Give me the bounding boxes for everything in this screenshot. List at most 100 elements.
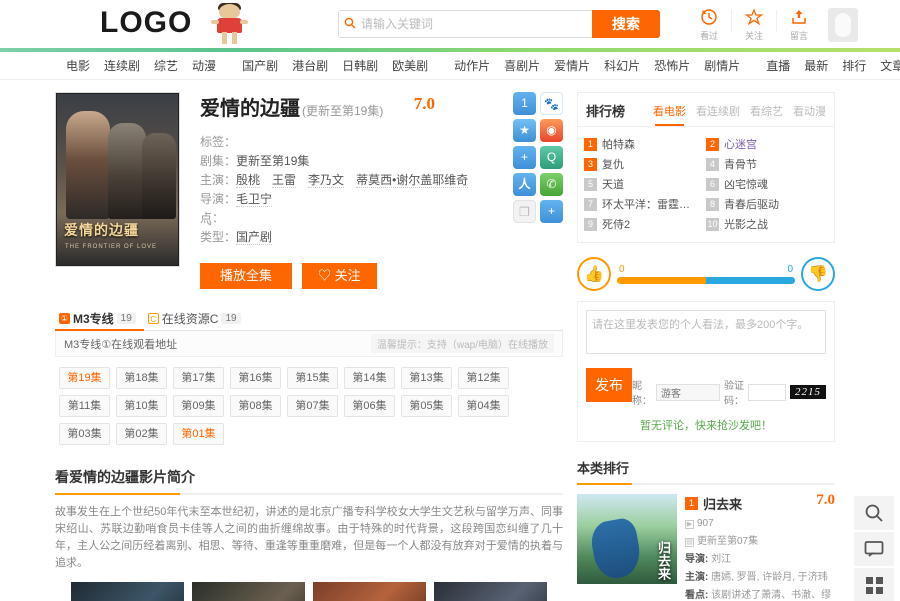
rank-title[interactable]: 帕特森 (602, 136, 635, 152)
episode-button[interactable]: 第02集 (116, 423, 167, 445)
thumbs-up-icon[interactable]: 👍 (577, 257, 611, 291)
episode-button[interactable]: 第09集 (173, 395, 224, 417)
play-all-button[interactable]: 播放全集 (200, 263, 293, 289)
episode-button[interactable]: 第12集 (458, 367, 509, 389)
nav-item-cn-drama[interactable]: 国产剧 (242, 57, 278, 74)
episode-button[interactable]: 第05集 (401, 395, 452, 417)
rank-tab-movies[interactable]: 看电影 (653, 103, 686, 126)
wechat-icon[interactable]: ✆ (540, 173, 563, 196)
episode-button[interactable]: 第06集 (344, 395, 395, 417)
episode-button[interactable]: 第15集 (287, 367, 338, 389)
gallery-item[interactable]: 边疆 (192, 582, 305, 601)
nav-item-variety[interactable]: 综艺 (154, 57, 178, 74)
nav-item-jk-drama[interactable]: 日韩剧 (342, 57, 378, 74)
gallery-item[interactable]: 幸福照相馆 (313, 582, 426, 601)
genre-link[interactable]: 国产剧 (236, 230, 273, 245)
cast-link[interactable]: 李乃文 (308, 173, 345, 188)
thumbs-down-icon[interactable]: 👎 (801, 257, 835, 291)
rank-item[interactable]: 1 帕特森 (584, 134, 706, 154)
renren-icon[interactable]: 人 (513, 173, 536, 196)
nav-item-horror[interactable]: 恐怖片 (654, 57, 690, 74)
episode-button[interactable]: 第14集 (344, 367, 395, 389)
header-tool-upload[interactable]: 留言 (780, 8, 818, 42)
float-grid-button[interactable] (854, 568, 894, 601)
header-tool-favorites[interactable]: 关注 (735, 8, 773, 42)
episode-button[interactable]: 第18集 (116, 367, 167, 389)
nav-item-action[interactable]: 动作片 (454, 57, 490, 74)
rank-tab-series[interactable]: 看连续剧 (696, 103, 740, 119)
nav-item-series[interactable]: 连续剧 (104, 57, 140, 74)
qzone-icon[interactable]: Q (540, 146, 563, 169)
episode-button[interactable]: 第19集 (59, 367, 110, 389)
rank-title[interactable]: 复仇 (602, 156, 624, 172)
nickname-input[interactable] (656, 383, 720, 401)
rank-title[interactable]: 青春后驱动 (724, 196, 779, 212)
rank-item[interactable]: 7 环太平洋：雷霆再起 (584, 194, 706, 214)
rank-title[interactable]: 心迷宫 (724, 136, 757, 152)
nav-item-ranking[interactable]: 排行 (842, 57, 866, 74)
float-message-button[interactable] (854, 532, 894, 566)
rank-item[interactable]: 4 青骨节 (706, 154, 828, 174)
rank-title[interactable]: 天道 (602, 176, 624, 192)
comment-input[interactable] (586, 310, 826, 354)
episode-button[interactable]: 第16集 (230, 367, 281, 389)
rank-title[interactable]: 凶宅惊魂 (724, 176, 768, 192)
cast-link[interactable]: 蒂莫西•谢尔盖耶维奇 (356, 173, 469, 188)
director-value[interactable]: 刘江 (711, 554, 731, 565)
copy-icon[interactable]: ❐ (513, 200, 536, 223)
post-comment-button[interactable]: 发布 (586, 368, 632, 402)
nav-item-anime[interactable]: 动漫 (192, 57, 216, 74)
search-button[interactable]: 搜索 (592, 10, 660, 38)
director-link[interactable]: 毛卫宁 (236, 192, 273, 207)
baidu-tieba-icon[interactable]: 🐾 (540, 92, 563, 115)
nav-item-us-drama[interactable]: 欧美剧 (392, 57, 428, 74)
nav-item-drama[interactable]: 剧情片 (704, 57, 740, 74)
baidu-icon[interactable]: 1 (513, 92, 536, 115)
episode-button[interactable]: 第08集 (230, 395, 281, 417)
rank-item[interactable]: 8 青春后驱动 (706, 194, 828, 214)
rank-tab-anime[interactable]: 看动漫 (793, 103, 826, 119)
rank-title[interactable]: 青骨节 (724, 156, 757, 172)
site-logo[interactable]: LOGO (100, 6, 192, 40)
rank-item[interactable]: 5 天道 (584, 174, 706, 194)
rank-title[interactable]: 环太平洋：雷霆再起 (602, 196, 700, 212)
nav-item-live[interactable]: 直播 (766, 57, 790, 74)
nav-item-comedy[interactable]: 喜剧片 (504, 57, 540, 74)
category-item-title[interactable]: 归去来 (703, 494, 742, 513)
episode-button[interactable]: 第17集 (173, 367, 224, 389)
gallery-item[interactable]: 归去来 (434, 582, 547, 601)
weibo-icon[interactable]: ◉ (540, 119, 563, 142)
rank-title[interactable]: 光影之战 (724, 216, 768, 232)
avatar[interactable] (828, 8, 858, 42)
rank-item[interactable]: 6 凶宅惊魂 (706, 174, 828, 194)
rank-item[interactable]: 10 光影之战 (706, 214, 828, 234)
search-input[interactable] (361, 11, 617, 37)
nav-item-articles[interactable]: 文章 (880, 57, 900, 74)
more-plus-icon[interactable]: + (540, 200, 563, 223)
episode-button[interactable]: 第11集 (59, 395, 110, 417)
tab-online-c[interactable]: C 在线资源C 19 (144, 310, 249, 330)
rank-item[interactable]: 9 死侍2 (584, 214, 706, 234)
captcha-image[interactable]: 2215 (790, 385, 826, 399)
float-search-button[interactable] (854, 496, 894, 530)
movie-poster[interactable]: 爱情的边疆 THE FRONTIER OF LOVE (55, 92, 180, 267)
episode-button[interactable]: 第04集 (458, 395, 509, 417)
cast-link[interactable]: 王雷 (272, 173, 297, 188)
captcha-input[interactable] (748, 383, 786, 401)
favorite-star-icon[interactable]: ★ (513, 119, 536, 142)
rank-tab-variety[interactable]: 看综艺 (750, 103, 783, 119)
nav-item-romance[interactable]: 爱情片 (554, 57, 590, 74)
nav-item-scifi[interactable]: 科幻片 (604, 57, 640, 74)
cast-link[interactable]: 殷桃 (236, 173, 261, 188)
follow-button[interactable]: ♡ 关注 (302, 263, 377, 289)
nav-item-movies[interactable]: 电影 (66, 57, 90, 74)
gallery-item[interactable]: 爱情 (71, 582, 184, 601)
episode-button[interactable]: 第07集 (287, 395, 338, 417)
nav-item-latest[interactable]: 最新 (804, 57, 828, 74)
rank-title[interactable]: 死侍2 (602, 216, 630, 232)
episode-button[interactable]: 第03集 (59, 423, 110, 445)
tab-m3-line[interactable]: ① M3专线 19 (55, 310, 144, 331)
category-item-thumbnail[interactable]: 归去来 (577, 494, 677, 584)
nav-item-hk-drama[interactable]: 港台剧 (292, 57, 328, 74)
episode-button[interactable]: 第10集 (116, 395, 167, 417)
